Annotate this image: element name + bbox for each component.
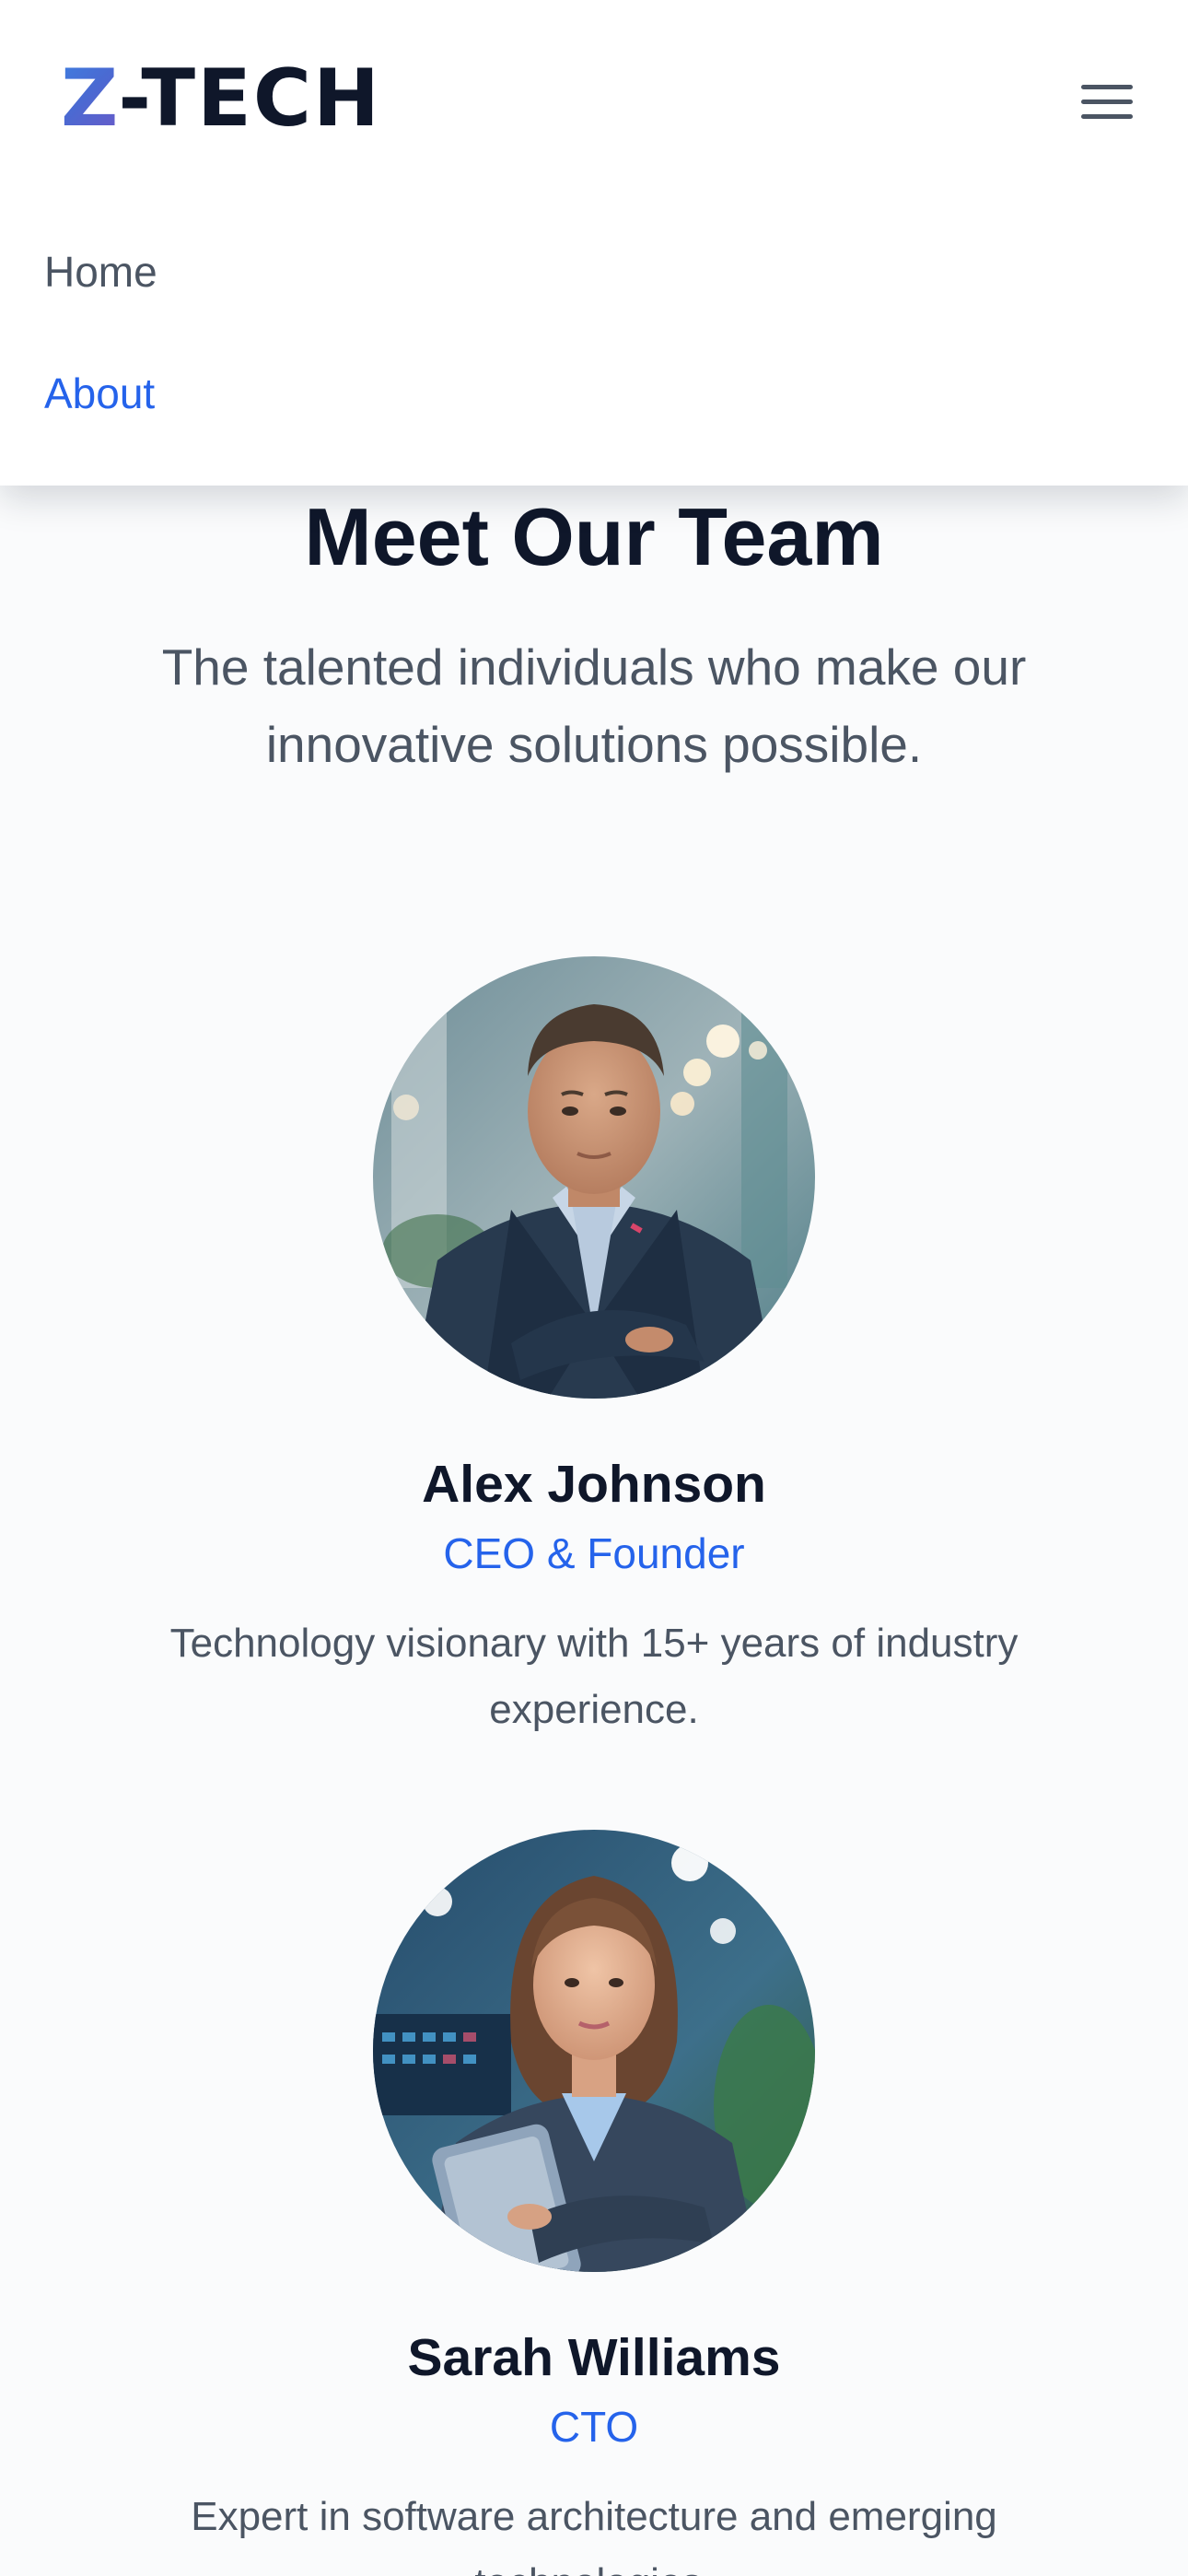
member-role: CTO	[549, 2403, 639, 2451]
nav-item-home[interactable]: Home	[44, 247, 157, 297]
avatar	[373, 1830, 815, 2272]
portrait-photo-female	[373, 1830, 815, 2272]
menu-line	[1081, 113, 1133, 119]
logo-mark: Z	[61, 53, 119, 145]
member-name: Alex Johnson	[422, 1455, 766, 1514]
menu-line	[1081, 84, 1133, 89]
member-name: Sarah Williams	[407, 2328, 781, 2387]
menu-line	[1081, 99, 1133, 104]
nav-item-about[interactable]: About	[44, 369, 155, 418]
member-bio: Expert in software architecture and emer…	[191, 2494, 997, 2576]
logo-wordmark: -TECH	[118, 53, 381, 145]
site-header: Z -TECH Home About	[0, 0, 1188, 486]
brand-logo[interactable]: Z -TECH	[61, 57, 381, 140]
member-role: CEO & Founder	[443, 1529, 745, 1577]
page: Z -TECH Home About Meet Our Team The tal…	[0, 0, 1188, 2576]
hamburger-menu-icon[interactable]	[1074, 68, 1140, 135]
avatar	[373, 956, 815, 1399]
member-bio: Technology visionary with 15+ years of i…	[169, 1621, 1019, 1732]
portrait-photo-male	[373, 956, 815, 1399]
page-subtitle: The talented individuals who make our in…	[161, 638, 1027, 773]
page-title: Meet Our Team	[304, 491, 884, 582]
